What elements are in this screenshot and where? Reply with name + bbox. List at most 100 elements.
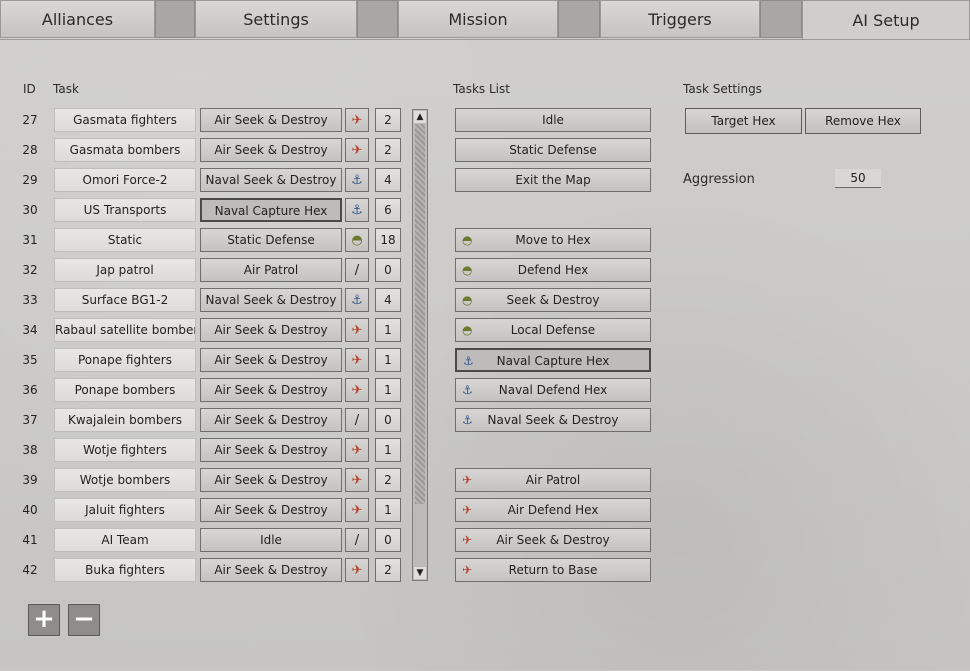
team-task-button[interactable]: Air Seek & Destroy — [200, 498, 342, 522]
task-option-naval-defend-hex[interactable]: ⚓ Naval Defend Hex — [455, 378, 651, 402]
task-option-label: Air Patrol — [525, 473, 581, 487]
team-row[interactable]: 39 Wotje bombers Air Seek & Destroy ✈ 2 — [0, 468, 420, 494]
team-row[interactable]: 29 Omori Force-2 Naval Seek & Destroy ⚓ 4 — [0, 168, 420, 194]
anchor-icon[interactable]: ⚓ — [345, 288, 369, 312]
unit-count: 2 — [375, 558, 401, 582]
team-row[interactable]: 42 Buka fighters Air Seek & Destroy ✈ 2 — [0, 558, 420, 584]
anchor-icon[interactable]: ⚓ — [345, 198, 369, 222]
task-option-exit-the-map[interactable]: Exit the Map — [455, 168, 651, 192]
team-name-field[interactable]: Static — [54, 228, 196, 252]
plane-icon[interactable]: ✈ — [345, 438, 369, 462]
anchor-icon[interactable]: ⚓ — [345, 168, 369, 192]
team-task-button[interactable]: Naval Seek & Destroy — [200, 288, 342, 312]
team-task-button[interactable]: Naval Seek & Destroy — [200, 168, 342, 192]
team-name-field[interactable]: Buka fighters — [54, 558, 196, 582]
plane-icon[interactable]: ✈ — [345, 558, 369, 582]
task-option-static-defense[interactable]: Static Defense — [455, 138, 651, 162]
plane-icon[interactable]: ✈ — [345, 378, 369, 402]
task-option-idle[interactable]: Idle — [455, 108, 651, 132]
remove-team-button[interactable]: − — [68, 604, 100, 636]
slash-icon[interactable]: / — [345, 528, 369, 552]
team-id: 35 — [22, 353, 38, 367]
remove-hex-button[interactable]: Remove Hex — [805, 108, 921, 134]
team-name-field[interactable]: Wotje bombers — [54, 468, 196, 492]
plane-icon[interactable]: ✈ — [345, 468, 369, 492]
anchor-icon: ⚓ — [462, 413, 473, 427]
team-task-button[interactable]: Static Defense — [200, 228, 342, 252]
team-row[interactable]: 41 AI Team Idle/0 — [0, 528, 420, 554]
team-name-field[interactable]: Jap patrol — [54, 258, 196, 282]
team-row[interactable]: 40 Jaluit fighters Air Seek & Destroy ✈ 1 — [0, 498, 420, 524]
team-name-field[interactable]: US Transports — [54, 198, 196, 222]
helmet-icon[interactable]: ◓ — [345, 228, 369, 252]
team-name-field[interactable]: Rabaul satellite bombers — [54, 318, 196, 342]
team-task-button[interactable]: Air Seek & Destroy — [200, 108, 342, 132]
plane-icon[interactable]: ✈ — [345, 348, 369, 372]
team-row[interactable]: 37 Kwajalein bombers Air Seek & Destroy/0 — [0, 408, 420, 434]
target-hex-button[interactable]: Target Hex — [685, 108, 802, 134]
team-list-scrollbar[interactable]: ▲ ▼ — [412, 109, 428, 581]
team-name-field[interactable]: Omori Force-2 — [54, 168, 196, 192]
task-option-air-patrol[interactable]: ✈ Air Patrol — [455, 468, 651, 492]
add-team-button[interactable]: + — [28, 604, 60, 636]
plane-icon[interactable]: ✈ — [345, 138, 369, 162]
plane-icon[interactable]: ✈ — [345, 498, 369, 522]
aggression-input[interactable]: 50 — [835, 169, 881, 188]
tab-triggers[interactable]: Triggers — [600, 0, 760, 38]
team-name-field[interactable]: Gasmata fighters — [54, 108, 196, 132]
team-name-field[interactable]: Kwajalein bombers — [54, 408, 196, 432]
task-option-defend-hex[interactable]: ◓ Defend Hex — [455, 258, 651, 282]
team-row[interactable]: 36 Ponape bombers Air Seek & Destroy ✈ 1 — [0, 378, 420, 404]
team-row[interactable]: 34 Rabaul satellite bombers Air Seek & Des… — [0, 318, 420, 344]
team-task-button[interactable]: Air Seek & Destroy — [200, 468, 342, 492]
task-option-return-to-base[interactable]: ✈ Return to Base — [455, 558, 651, 582]
team-row[interactable]: 27 Gasmata fighters Air Seek & Destroy ✈ 2 — [0, 108, 420, 134]
team-row[interactable]: 38 Wotje fighters Air Seek & Destroy ✈ 1 — [0, 438, 420, 464]
team-row[interactable]: 33 Surface BG1-2 Naval Seek & Destroy ⚓ 4 — [0, 288, 420, 314]
slash-icon[interactable]: / — [345, 258, 369, 282]
plane-icon[interactable]: ✈ — [345, 318, 369, 342]
team-task-button[interactable]: Air Seek & Destroy — [200, 348, 342, 372]
plane-icon[interactable]: ✈ — [345, 108, 369, 132]
team-row[interactable]: 28 Gasmata bombers Air Seek & Destroy ✈ 2 — [0, 138, 420, 164]
team-row[interactable]: 31 Static Static Defense ◓ 18 — [0, 228, 420, 254]
team-task-button[interactable]: Idle — [200, 528, 342, 552]
team-task-button[interactable]: Air Seek & Destroy — [200, 378, 342, 402]
tab-alliances[interactable]: Alliances — [0, 0, 155, 38]
team-name-field[interactable]: Gasmata bombers — [54, 138, 196, 162]
tab-settings[interactable]: Settings — [195, 0, 357, 38]
task-option-label: Idle — [542, 113, 564, 127]
scroll-up-button[interactable]: ▲ — [414, 111, 426, 123]
team-task-button[interactable]: Air Seek & Destroy — [200, 408, 342, 432]
plane-icon: ✈ — [462, 473, 473, 487]
scrollbar-thumb[interactable] — [415, 124, 425, 504]
team-task-button[interactable]: Air Seek & Destroy — [200, 138, 342, 162]
team-task-button[interactable]: Air Seek & Destroy — [200, 558, 342, 582]
task-option-air-defend-hex[interactable]: ✈ Air Defend Hex — [455, 498, 651, 522]
scroll-down-button[interactable]: ▼ — [414, 567, 426, 579]
task-option-seek-destroy[interactable]: ◓ Seek & Destroy — [455, 288, 651, 312]
task-option-move-to-hex[interactable]: ◓ Move to Hex — [455, 228, 651, 252]
team-id: 42 — [22, 563, 38, 577]
team-name-field[interactable]: Wotje fighters — [54, 438, 196, 462]
team-name-field[interactable]: AI Team — [54, 528, 196, 552]
team-row[interactable]: 30 US Transports Naval Capture Hex ⚓ 6 — [0, 198, 420, 224]
task-option-air-seek-destroy[interactable]: ✈ Air Seek & Destroy — [455, 528, 651, 552]
task-option-naval-capture-hex[interactable]: ⚓ Naval Capture Hex — [455, 348, 651, 372]
team-name-field[interactable]: Surface BG1-2 — [54, 288, 196, 312]
team-row[interactable]: 35 Ponape fighters Air Seek & Destroy ✈ 1 — [0, 348, 420, 374]
tab-ai-setup[interactable]: AI Setup — [802, 0, 970, 40]
team-task-button[interactable]: Air Seek & Destroy — [200, 438, 342, 462]
team-name-field[interactable]: Ponape bombers — [54, 378, 196, 402]
team-task-button[interactable]: Air Patrol — [200, 258, 342, 282]
task-option-naval-seek-destroy[interactable]: ⚓ Naval Seek & Destroy — [455, 408, 651, 432]
tab-mission[interactable]: Mission — [398, 0, 558, 38]
slash-icon[interactable]: / — [345, 408, 369, 432]
team-name-field[interactable]: Ponape fighters — [54, 348, 196, 372]
task-option-local-defense[interactable]: ◓ Local Defense — [455, 318, 651, 342]
team-task-button[interactable]: Air Seek & Destroy — [200, 318, 342, 342]
team-row[interactable]: 32 Jap patrol Air Patrol/0 — [0, 258, 420, 284]
team-task-button[interactable]: Naval Capture Hex — [200, 198, 342, 222]
unit-count: 1 — [375, 438, 401, 462]
team-name-field[interactable]: Jaluit fighters — [54, 498, 196, 522]
